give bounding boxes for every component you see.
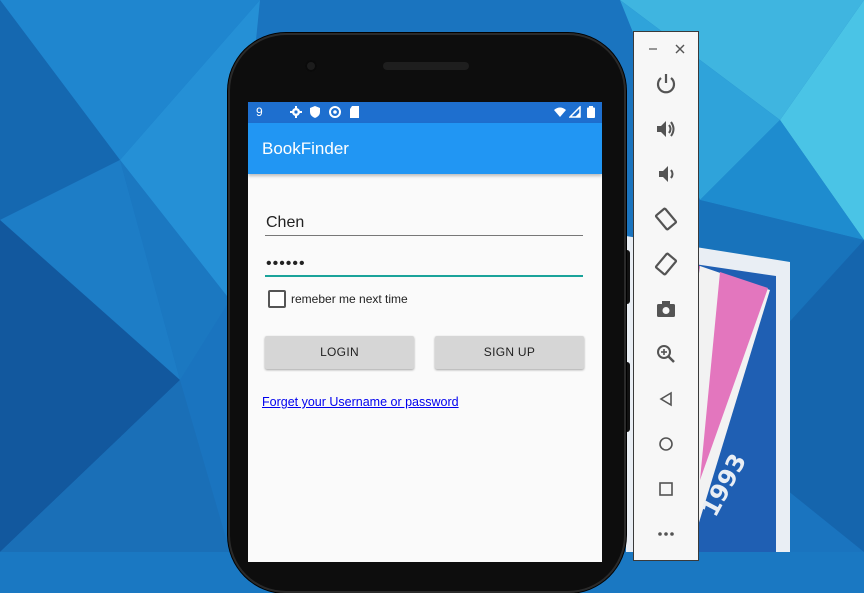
earpiece-speaker: [383, 62, 469, 70]
wifi-icon: [554, 107, 566, 117]
app-title: BookFinder: [262, 139, 349, 158]
remember-me-checkbox[interactable]: [268, 290, 286, 308]
camera-icon[interactable]: [652, 295, 680, 323]
close-icon[interactable]: [672, 41, 688, 57]
forgot-password-link[interactable]: Forget your Username or password: [262, 395, 459, 409]
password-field[interactable]: ••••••: [265, 253, 583, 277]
shield-icon: [310, 106, 320, 118]
login-button[interactable]: LOGIN: [265, 336, 414, 369]
battery-icon: [587, 106, 595, 118]
status-time: 9: [256, 105, 263, 119]
minimize-icon[interactable]: [645, 41, 661, 57]
more-icon[interactable]: [652, 520, 680, 548]
home-icon[interactable]: [652, 430, 680, 458]
emulator-toolbar: [633, 31, 699, 561]
volume-down-icon[interactable]: [652, 160, 680, 188]
username-field[interactable]: Chen: [265, 212, 583, 236]
overview-icon[interactable]: [652, 475, 680, 503]
front-camera: [305, 60, 317, 72]
sd-card-icon: [350, 106, 359, 118]
rotate-left-icon[interactable]: [652, 205, 680, 233]
back-icon[interactable]: [652, 385, 680, 413]
power-icon[interactable]: [652, 70, 680, 98]
status-bar: 9: [248, 102, 602, 123]
rotate-right-icon[interactable]: [652, 250, 680, 278]
remember-me-label[interactable]: remeber me next time: [291, 292, 408, 306]
signal-icon: [569, 106, 581, 118]
settings-icon: [290, 106, 302, 118]
phone-screen: 9 BookFinder Chen •••••• remeber me next…: [248, 102, 602, 562]
sync-icon: [329, 106, 341, 118]
signup-button[interactable]: SIGN UP: [435, 336, 584, 369]
app-bar: BookFinder: [248, 123, 602, 174]
zoom-icon[interactable]: [652, 340, 680, 368]
volume-up-icon[interactable]: [652, 115, 680, 143]
